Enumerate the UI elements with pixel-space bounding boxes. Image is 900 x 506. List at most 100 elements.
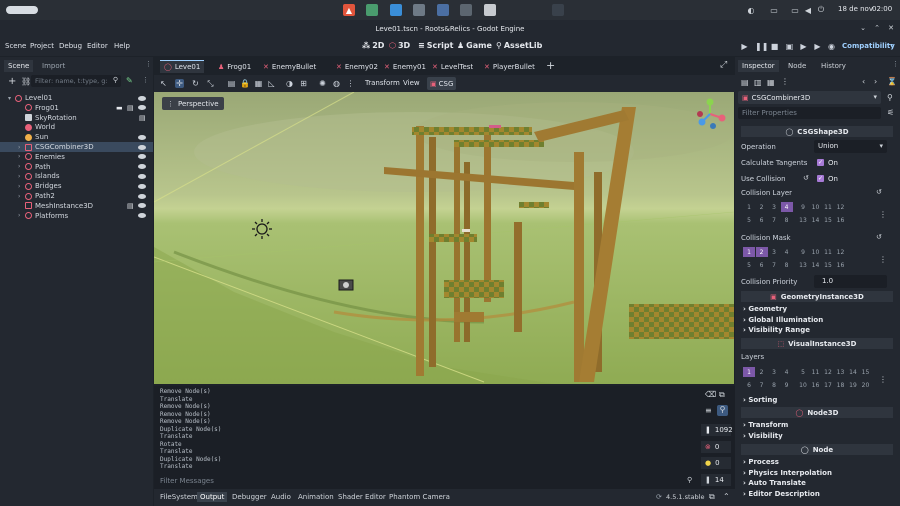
layer-bit[interactable]: 14 (847, 367, 859, 377)
group-auto-translate[interactable]: › Auto Translate (743, 479, 806, 487)
tree-node-sun[interactable]: Sun (0, 132, 153, 142)
layer-bit[interactable]: 15 (860, 367, 872, 377)
link-icon[interactable]: ⛓ (21, 77, 31, 86)
settings-app-icon[interactable] (484, 4, 496, 16)
tree-node-islands[interactable]: › Islands (0, 171, 153, 181)
tree-node-bridges[interactable]: › Bridges (0, 181, 153, 191)
visibility-eye-icon[interactable] (138, 154, 146, 160)
terminal-icon[interactable] (413, 4, 425, 16)
layer-bit[interactable]: 1 (743, 367, 755, 377)
view-menu[interactable]: View (403, 79, 420, 87)
copy-version-icon[interactable]: ⧉ (709, 492, 715, 502)
warning-count-button[interactable]: ● 0 (701, 457, 731, 469)
section-node3d[interactable]: ◯ Node3D (741, 407, 893, 418)
tab-animation[interactable]: Animation (295, 492, 337, 502)
dock-menu-icon[interactable]: ⋮ (145, 60, 152, 68)
layer-menu-icon[interactable]: ⋮ (879, 210, 887, 219)
group-visibility[interactable]: › Visibility (743, 432, 783, 440)
store-app-icon[interactable] (552, 4, 564, 16)
section-visualinstance3d[interactable]: ⬚ VisualInstance3D (741, 338, 893, 349)
node-settings-icon[interactable]: ⚲ (887, 93, 893, 102)
move-tool-icon[interactable]: ✛ (175, 79, 184, 88)
script-icon[interactable]: ▤ (127, 202, 134, 210)
object-history-icon[interactable]: ⌛ (887, 77, 897, 86)
layer-bit[interactable]: 10 (810, 247, 822, 257)
load-resource-icon[interactable]: ▥ (754, 78, 762, 87)
collapse-icon[interactable]: ≡ (705, 406, 712, 415)
play-scene-icon[interactable]: ▶ (799, 42, 808, 51)
camera-gizmo[interactable] (338, 279, 354, 291)
volume-icon[interactable]: ◀ (802, 4, 814, 16)
layer-bit[interactable]: 15 (822, 215, 834, 225)
files-icon[interactable] (460, 4, 472, 16)
scene-tab-enemy02[interactable]: ✕ Enemy02 (336, 60, 378, 73)
chevron-down-icon[interactable]: ▾ (890, 42, 893, 49)
tab-filesystem[interactable]: FileSystem (157, 492, 201, 502)
group-process[interactable]: › Process (743, 458, 779, 466)
workspace-2d-button[interactable]: ⁂ 2D (362, 41, 384, 50)
layer-bit[interactable]: 12 (822, 367, 834, 377)
battery-icon[interactable]: ▭ (789, 4, 801, 16)
godot-icon[interactable] (437, 4, 449, 16)
layer-bit[interactable]: 5 (797, 367, 809, 377)
pause-icon[interactable]: ❚❚ (755, 42, 768, 51)
visibility-eye-icon[interactable] (138, 213, 146, 219)
group-visibility-range[interactable]: › Visibility Range (743, 326, 810, 334)
layer-bit[interactable]: 6 (756, 215, 768, 225)
tab-shader-editor[interactable]: Shader Editor (335, 492, 389, 502)
expand-arrow-icon[interactable]: › (18, 163, 20, 170)
scene-tab-enemy01[interactable]: ✕ Enemy01 (384, 60, 426, 73)
clear-output-icon[interactable]: ⌫ (705, 390, 716, 399)
stop-icon[interactable]: ■ (770, 42, 779, 51)
layer-bit[interactable]: 13 (797, 215, 809, 225)
visibility-eye-icon[interactable] (138, 183, 146, 189)
menu-debug[interactable]: Debug (59, 42, 82, 50)
tree-node-path[interactable]: › Path (0, 162, 153, 172)
tab-debugger[interactable]: Debugger (229, 492, 270, 502)
layer-bit[interactable]: 11 (810, 367, 822, 377)
list-select-icon[interactable]: ▤ (227, 79, 236, 88)
revert-icon[interactable]: ↺ (803, 174, 809, 182)
group-editor-description[interactable]: › Editor Description (743, 490, 820, 498)
ruler-icon[interactable]: ◺ (267, 79, 276, 88)
layer-bit[interactable]: 6 (756, 260, 768, 270)
layer-bit[interactable]: 8 (781, 215, 793, 225)
layer-bit[interactable]: 15 (822, 260, 834, 270)
layer-bit[interactable]: 8 (768, 380, 780, 390)
group-physics-interpolation[interactable]: › Physics Interpolation (743, 469, 832, 477)
dock-menu-icon[interactable]: ⋮ (892, 60, 899, 68)
layer-bit[interactable]: 7 (768, 260, 780, 270)
new-resource-icon[interactable]: ▤ (741, 78, 749, 87)
scene-tab-leveltest[interactable]: ✕ LevelTest (432, 60, 473, 73)
rotate-tool-icon[interactable]: ↻ (191, 79, 200, 88)
visibility-eye-icon[interactable] (138, 164, 146, 170)
group-sorting[interactable]: › Sorting (743, 396, 777, 404)
layer-bit[interactable]: 4 (781, 367, 793, 377)
expand-arrow-icon[interactable]: › (18, 212, 20, 219)
movie-icon[interactable]: ◉ (827, 42, 836, 51)
layer-bit[interactable]: 4 (781, 247, 793, 257)
layer-bit[interactable]: 3 (768, 202, 780, 212)
toolbar-menu-icon[interactable]: ⋮ (346, 79, 355, 88)
save-resource-icon[interactable]: ▦ (767, 78, 775, 87)
error-count-button[interactable]: ⊗ 0 (701, 441, 731, 453)
layer-bit[interactable]: 1 (743, 202, 755, 212)
scene-tab-playerbullet[interactable]: ✕ PlayerBullet (484, 60, 535, 73)
snap-icon[interactable]: ⊞ (299, 79, 308, 88)
calculate-tangents-checkbox[interactable]: ✓ (817, 159, 824, 166)
tree-node-enemies[interactable]: › Enemies (0, 152, 153, 162)
layer-bit[interactable]: 20 (860, 380, 872, 390)
env-preview-icon[interactable]: ◍ (332, 79, 341, 88)
layer-bit[interactable]: 3 (768, 367, 780, 377)
layer-bit[interactable]: 7 (756, 380, 768, 390)
section-node[interactable]: ◯ Node (741, 444, 893, 455)
brave-icon[interactable]: ▲ (343, 4, 355, 16)
vlayer-menu-icon[interactable]: ⋮ (879, 375, 887, 384)
workspace-assetlib-button[interactable]: ⚲ AssetLib (496, 41, 542, 50)
menu-help[interactable]: Help (114, 42, 130, 50)
script-icon[interactable]: ▤ (127, 104, 134, 112)
expand-arrow-icon[interactable]: › (18, 183, 20, 190)
message-count-button[interactable]: ❚ 14 (701, 474, 731, 486)
revert-icon[interactable]: ↺ (876, 188, 882, 196)
layer-bit[interactable]: 18 (835, 380, 847, 390)
